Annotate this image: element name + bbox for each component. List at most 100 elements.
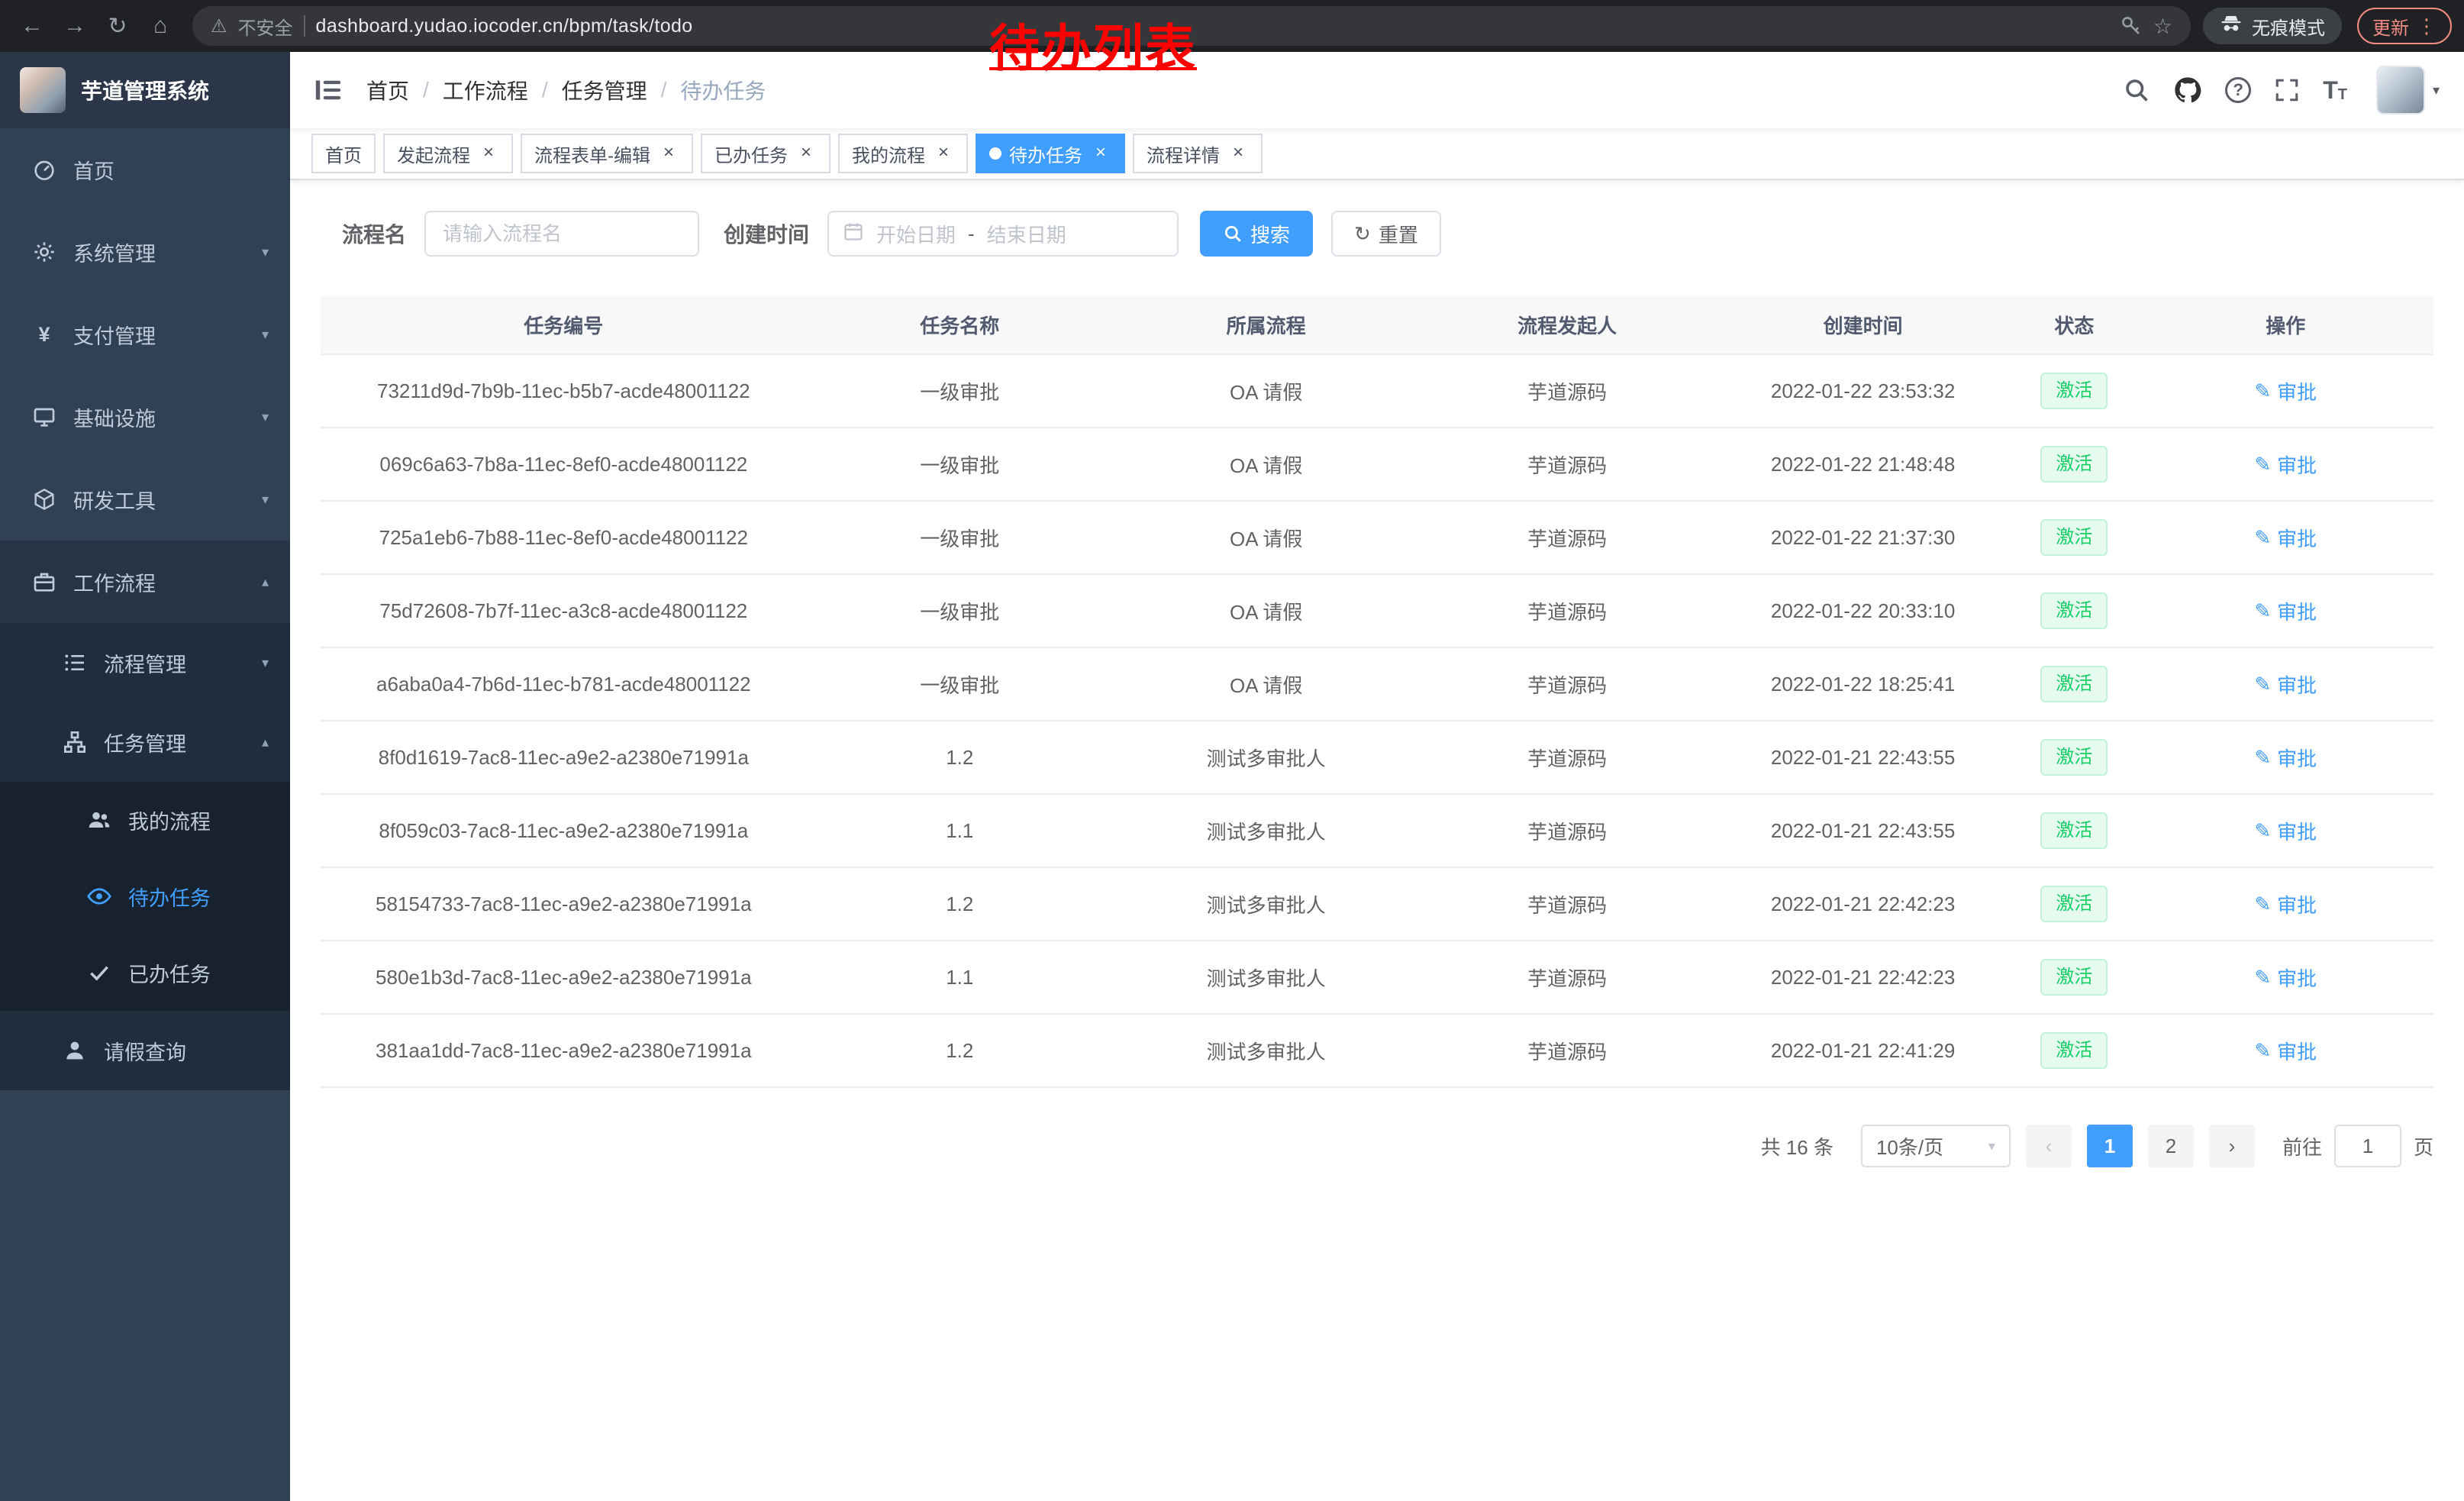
approve-link[interactable]: ✎审批 (2254, 450, 2317, 479)
action-cell: ✎审批 (2137, 721, 2433, 794)
close-icon[interactable]: × (478, 143, 499, 164)
tab-process-detail[interactable]: 流程详情 × (1133, 134, 1263, 173)
cube-icon (31, 487, 58, 512)
back-icon[interactable]: ← (12, 6, 52, 46)
approve-link[interactable]: ✎审批 (2254, 744, 2317, 772)
total-count: 共 16 条 (1761, 1132, 1833, 1160)
close-icon[interactable]: × (658, 143, 679, 164)
action-cell: ✎审批 (2137, 794, 2433, 867)
sidebar-item-system[interactable]: 系统管理 ▾ (0, 211, 290, 293)
font-size-icon[interactable]: TT (2323, 78, 2347, 102)
task-id-cell: 8f0d1619-7ac8-11ec-a9e2-a2380e71991a (321, 721, 807, 794)
sidebar-item-leave-query[interactable]: 请假查询 (0, 1011, 290, 1090)
sidebar-item-home[interactable]: 首页 (0, 128, 290, 211)
approve-link[interactable]: ✎审批 (2254, 964, 2317, 992)
sidebar-item-done-tasks[interactable]: 已办任务 (0, 934, 290, 1011)
goto-unit: 页 (2414, 1132, 2433, 1160)
table-row: 8f059c03-7ac8-11ec-a9e2-a2380e71991a 1.1… (321, 794, 2433, 867)
close-icon[interactable]: × (933, 143, 954, 164)
help-icon[interactable]: ? (2225, 77, 2251, 103)
initiator-cell: 芋道源码 (1419, 574, 1715, 647)
sidebar-item-workflow[interactable]: 工作流程 ▴ (0, 541, 290, 623)
avatar[interactable] (2376, 66, 2425, 115)
sidebar-item-task-management[interactable]: 任务管理 ▴ (0, 702, 290, 782)
eye-icon (85, 883, 113, 909)
status-badge: 激活 (2040, 592, 2108, 629)
page-content: 流程名 创建时间 开始日期 - 结束日期 搜索 ↻ 重置 (290, 180, 2464, 1501)
sidebar-item-payment[interactable]: ¥ 支付管理 ▾ (0, 293, 290, 376)
tab-todo-tasks[interactable]: 待办任务 × (976, 134, 1125, 173)
user-menu[interactable]: ▾ (2376, 66, 2440, 115)
github-icon[interactable] (2173, 76, 2202, 105)
table-row: 725a1eb6-7b88-11ec-8ef0-acde48001122 一级审… (321, 501, 2433, 574)
yen-icon: ¥ (31, 323, 58, 347)
breadcrumb-task-management[interactable]: 任务管理 (562, 75, 647, 105)
reset-button[interactable]: ↻ 重置 (1331, 211, 1441, 257)
close-icon[interactable]: × (1227, 143, 1249, 164)
incognito-label: 无痕模式 (2252, 13, 2325, 40)
approve-link[interactable]: ✎审批 (2254, 597, 2317, 625)
sidebar-item-infrastructure[interactable]: 基础设施 ▾ (0, 376, 290, 458)
forward-icon[interactable]: → (55, 6, 95, 46)
task-name-cell: 一级审批 (807, 501, 1113, 574)
page-button-1[interactable]: 1 (2087, 1125, 2133, 1167)
action-cell: ✎审批 (2137, 647, 2433, 721)
approve-link[interactable]: ✎审批 (2254, 890, 2317, 918)
prev-page-button[interactable]: ‹ (2026, 1125, 2072, 1167)
sidebar-item-process-management[interactable]: 流程管理 ▾ (0, 623, 290, 702)
dashboard-icon (31, 157, 58, 182)
search-button[interactable]: 搜索 (1200, 211, 1313, 257)
tab-process-form-edit[interactable]: 流程表单-编辑 × (521, 134, 693, 173)
update-button[interactable]: 更新 ⋮ (2357, 8, 2452, 44)
sidebar-item-devtools[interactable]: 研发工具 ▾ (0, 458, 290, 541)
initiator-cell: 芋道源码 (1419, 867, 1715, 941)
sidebar-item-label: 基础设施 (73, 402, 156, 432)
approve-link[interactable]: ✎审批 (2254, 817, 2317, 845)
bookmark-star-icon[interactable]: ☆ (2153, 14, 2172, 39)
tab-my-process[interactable]: 我的流程 × (838, 134, 968, 173)
goto-label: 前往 (2282, 1132, 2322, 1160)
status-cell: 激活 (2011, 867, 2137, 941)
page-size-select[interactable]: 10条/页 ▾ (1861, 1125, 2011, 1167)
password-key-icon[interactable] (2120, 15, 2143, 37)
status-cell: 激活 (2011, 794, 2137, 867)
approve-link-label: 审批 (2277, 377, 2317, 405)
tab-done-tasks[interactable]: 已办任务 × (701, 134, 830, 173)
breadcrumb-workflow[interactable]: 工作流程 (443, 75, 528, 105)
refresh-icon[interactable]: ↻ (98, 6, 137, 46)
edit-pencil-icon: ✎ (2254, 819, 2271, 843)
table-row: 73211d9d-7b9b-11ec-b5b7-acde48001122 一级审… (321, 354, 2433, 428)
tab-home[interactable]: 首页 (311, 134, 376, 173)
fullscreen-icon[interactable] (2274, 77, 2300, 103)
date-range-picker[interactable]: 开始日期 - 结束日期 (827, 211, 1179, 257)
status-cell: 激活 (2011, 1014, 2137, 1087)
approve-link[interactable]: ✎审批 (2254, 1037, 2317, 1065)
tab-label: 我的流程 (852, 140, 925, 167)
page-button-2[interactable]: 2 (2148, 1125, 2194, 1167)
hamburger-icon[interactable] (314, 76, 342, 104)
next-page-button[interactable]: › (2209, 1125, 2255, 1167)
browser-menu-dots-icon[interactable]: ⋮ (2417, 15, 2437, 38)
search-icon[interactable] (2123, 76, 2150, 104)
goto-page-input[interactable] (2334, 1125, 2401, 1167)
created-time-cell: 2022-01-22 18:25:41 (1715, 647, 2011, 721)
chevron-down-icon: ▾ (1988, 1138, 1995, 1154)
address-bar[interactable]: ⚠ 不安全 dashboard.yudao.iocoder.cn/bpm/tas… (192, 6, 2191, 46)
sidebar-menu: 首页 系统管理 ▾ ¥ 支付管理 ▾ 基础设施 ▾ 研发工具 ▾ (0, 128, 290, 1090)
navbar-actions: ? TT ▾ (2123, 66, 2440, 115)
close-icon[interactable]: × (795, 143, 817, 164)
approve-link[interactable]: ✎审批 (2254, 524, 2317, 552)
process-name-input[interactable] (424, 211, 699, 257)
approve-link[interactable]: ✎审批 (2254, 377, 2317, 405)
status-cell: 激活 (2011, 501, 2137, 574)
task-id-cell: 75d72608-7b7f-11ec-a3c8-acde48001122 (321, 574, 807, 647)
approve-link[interactable]: ✎审批 (2254, 670, 2317, 699)
breadcrumb-home[interactable]: 首页 (366, 75, 409, 105)
sidebar-item-todo-tasks[interactable]: 待办任务 (0, 858, 290, 934)
tab-start-process[interactable]: 发起流程 × (383, 134, 513, 173)
tab-label: 首页 (325, 140, 362, 167)
close-icon[interactable]: × (1090, 143, 1111, 164)
status-cell: 激活 (2011, 354, 2137, 428)
home-icon[interactable]: ⌂ (140, 6, 180, 46)
sidebar-item-my-process[interactable]: 我的流程 (0, 782, 290, 858)
